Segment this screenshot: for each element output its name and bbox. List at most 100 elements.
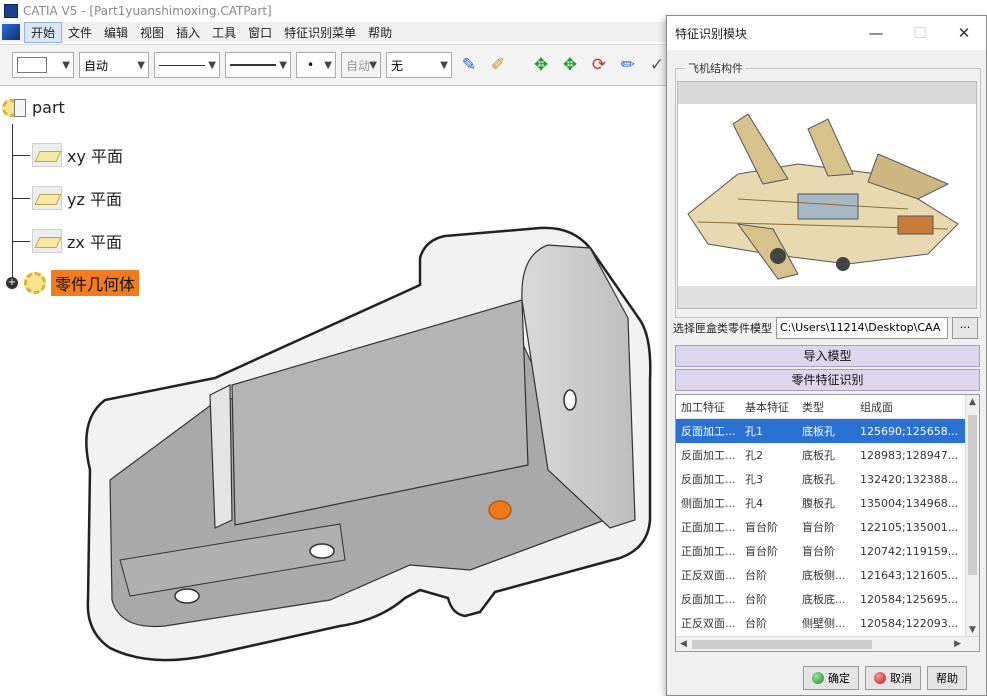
list-cell: 台阶 xyxy=(745,569,767,582)
list-row[interactable]: 正反双面... 台阶 底板侧... 121643;121605... xyxy=(676,563,979,587)
close-icon[interactable]: ✕ xyxy=(942,24,986,42)
hole-4[interactable] xyxy=(563,389,577,411)
horizontal-scrollbar[interactable]: ◀ ▶ xyxy=(676,636,979,651)
scroll-right-icon[interactable]: ▶ xyxy=(954,639,961,649)
scrollbar-thumb[interactable] xyxy=(968,415,977,575)
layer-select[interactable]: 自动 ▼ xyxy=(341,52,381,78)
ok-icon xyxy=(812,672,824,684)
list-cell: 孔2 xyxy=(745,449,763,462)
menu-insert[interactable]: 插入 xyxy=(170,23,206,42)
list-cell: 底板孔 xyxy=(802,449,835,462)
recognize-features-button[interactable]: 零件特征识别 xyxy=(675,369,980,391)
list-cell: 正面加工... xyxy=(681,545,736,558)
hole-2[interactable] xyxy=(309,543,335,559)
part-step xyxy=(119,523,346,597)
part-rib xyxy=(209,384,233,529)
scroll-up-icon[interactable]: ▲ xyxy=(969,397,976,407)
move-icon[interactable]: ✥ xyxy=(529,53,553,77)
list-cell: 盲台阶 xyxy=(802,545,835,558)
linetype-auto-select[interactable]: 自动 ▼ xyxy=(79,52,149,78)
part-side-wall xyxy=(521,244,636,529)
ok-button[interactable]: 确定 xyxy=(803,666,859,690)
cancel-button[interactable]: 取消 xyxy=(865,666,921,690)
hole-3-highlighted[interactable] xyxy=(488,500,512,520)
scrollbar-thumb[interactable] xyxy=(692,640,872,649)
hole-1[interactable] xyxy=(174,588,200,604)
list-cell: 孔1 xyxy=(745,425,763,438)
tree-connector xyxy=(12,154,30,156)
column-header-basic-feature[interactable]: 基本特征 xyxy=(743,399,800,415)
path-label: 选择匣盒类零件模型 xyxy=(673,322,772,335)
catia-app-window: CATIA V5 - [Part1yuanshimoxing.CATPart] … xyxy=(0,0,987,696)
tree-item-zx-plane[interactable]: zx 平面 xyxy=(12,229,122,253)
dialog-title: 特征识别模块 xyxy=(675,26,748,41)
pan-icon[interactable]: ✥ xyxy=(558,53,582,77)
vertical-scrollbar[interactable]: ▲ ▼ xyxy=(965,395,979,637)
list-row[interactable]: 正面加工... 盲台阶 盲台阶 120742;119159... xyxy=(676,539,979,563)
menu-start[interactable]: 开始 xyxy=(24,21,63,43)
list-cell: 反面加工... xyxy=(681,425,736,438)
column-header-type[interactable]: 类型 xyxy=(800,399,858,415)
browse-button[interactable]: ... xyxy=(952,317,978,339)
column-header-machining-feature[interactable]: 加工特征 xyxy=(676,399,743,415)
model-path-input[interactable]: C:\Users\11214\Desktop\CAA xyxy=(776,317,948,339)
feature-recognition-dialog: 特征识别模块 — ☐ ✕ 飞机结构件 选择匣盒类零件模型 C:\Users\11… xyxy=(666,15,987,696)
menu-edit[interactable]: 编辑 xyxy=(98,23,134,42)
tree-item-part-body[interactable]: + 零件几何体 xyxy=(6,270,140,296)
layer-select-value: 自动 xyxy=(346,58,371,73)
list-row[interactable]: 反面加工... 孔3 底板孔 132420;132388... xyxy=(676,467,979,491)
column-header-faces[interactable]: 组成面 xyxy=(858,399,964,415)
group-label: 飞机结构件 xyxy=(685,60,746,76)
tree-item-yz-plane[interactable]: yz 平面 xyxy=(12,186,122,210)
brush-icon[interactable]: ✐ xyxy=(486,53,510,77)
plane-icon xyxy=(32,229,62,253)
list-cell: 侧壁侧... xyxy=(802,617,846,630)
expand-icon[interactable]: + xyxy=(6,277,18,289)
filter-select[interactable]: 无 ▼ xyxy=(386,52,452,78)
line-weight-select[interactable]: ▼ xyxy=(225,52,291,78)
list-cell: 侧面加工... xyxy=(681,497,736,510)
chevron-down-icon: ▼ xyxy=(208,60,216,71)
menu-help[interactable]: 帮助 xyxy=(362,23,398,42)
chevron-down-icon: ▼ xyxy=(440,60,448,71)
color-select[interactable]: ▼ xyxy=(12,52,74,78)
menu-window[interactable]: 窗口 xyxy=(242,23,278,42)
list-cell: 盲台阶 xyxy=(802,521,835,534)
line-style-select[interactable]: ▼ xyxy=(154,52,220,78)
menu-file[interactable]: 文件 xyxy=(62,23,98,42)
menu-tools[interactable]: 工具 xyxy=(206,23,242,42)
tree-item-label: zx 平面 xyxy=(67,233,122,252)
list-cell: 底板底... xyxy=(802,593,846,606)
rotate-icon[interactable]: ⟳ xyxy=(587,53,611,77)
image-bottom-band xyxy=(678,286,976,308)
list-row[interactable]: 正面加工... 盲台阶 盲台阶 122105;135001... xyxy=(676,515,979,539)
list-row[interactable]: 正反双面... 台阶 侧壁侧... 120584;122093... xyxy=(676,611,979,635)
dialog-buttons: 确定 取消 帮助 xyxy=(803,666,967,690)
tree-item-xy-plane[interactable]: xy 平面 xyxy=(12,143,123,167)
list-cell: 腹板孔 xyxy=(802,497,835,510)
cancel-icon xyxy=(874,672,886,684)
list-cell: 128983;128947... xyxy=(860,448,959,462)
tree-item-label: xy 平面 xyxy=(67,147,124,166)
point-style-select[interactable]: • ▼ xyxy=(296,52,336,78)
minimize-icon[interactable]: — xyxy=(854,24,898,42)
scroll-left-icon[interactable]: ◀ xyxy=(680,639,687,649)
cancel-label: 取消 xyxy=(890,672,912,685)
list-cell: 121643;121605... xyxy=(860,568,959,582)
menu-feature-recognition[interactable]: 特征识别菜单 xyxy=(278,23,362,42)
tree-connector xyxy=(12,197,30,199)
menu-view[interactable]: 视图 xyxy=(134,23,170,42)
pencil-icon[interactable]: ✏ xyxy=(616,53,640,77)
tree-root[interactable]: part xyxy=(2,98,65,117)
tree-item-label: yz 平面 xyxy=(67,190,122,209)
list-cell: 反面加工... xyxy=(681,449,736,462)
scroll-down-icon[interactable]: ▼ xyxy=(969,625,976,635)
workbench-icon[interactable] xyxy=(2,24,20,40)
list-row[interactable]: 侧面加工... 孔4 腹板孔 135004;134968... xyxy=(676,491,979,515)
import-model-button[interactable]: 导入模型 xyxy=(675,345,980,367)
list-row[interactable]: 反面加工... 台阶 底板底... 120584;125695... xyxy=(676,587,979,611)
list-row-selected[interactable]: 反面加工... 孔1 底板孔 125690;125658... xyxy=(676,419,979,443)
format-painter-icon[interactable]: ✎ xyxy=(457,53,481,77)
list-row[interactable]: 反面加工... 孔2 底板孔 128983;128947... xyxy=(676,443,979,467)
help-button[interactable]: 帮助 xyxy=(927,666,967,690)
